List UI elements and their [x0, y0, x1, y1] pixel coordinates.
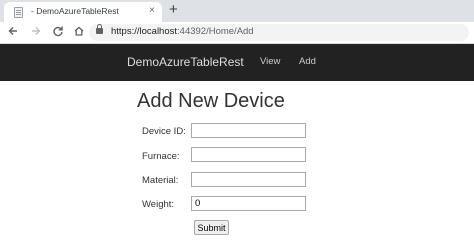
url-host: https://localhost — [111, 26, 178, 37]
weight-label: Weight: — [142, 199, 175, 210]
url-text: https://localhost:44392/Home/Add — [111, 26, 254, 37]
furnace-label: Furnace: — [142, 151, 180, 162]
tab-title: - DemoAzureTableRest — [31, 6, 119, 16]
back-arrow-icon[interactable] — [6, 25, 20, 39]
browser-toolbar: https://localhost:44392/Home/Add — [0, 22, 474, 44]
nav-link-add[interactable]: Add — [299, 56, 316, 67]
favicon-icon — [14, 7, 23, 18]
submit-button[interactable]: Submit — [194, 220, 229, 235]
address-bar[interactable]: https://localhost:44392/Home/Add — [89, 24, 469, 41]
reload-icon[interactable] — [51, 25, 65, 39]
browser-tab-strip: - DemoAzureTableRest × + — [0, 0, 474, 22]
site-brand-link[interactable]: DemoAzureTableRest — [127, 55, 244, 69]
furnace-input[interactable] — [191, 147, 306, 162]
tab-close-icon[interactable]: × — [149, 5, 155, 17]
url-path: :44392/Home/Add — [177, 26, 254, 37]
nav-link-view[interactable]: View — [260, 56, 280, 67]
device-id-input[interactable] — [191, 123, 306, 138]
page-title: Add New Device — [137, 90, 285, 112]
home-icon[interactable] — [72, 25, 86, 39]
site-navbar: DemoAzureTableRest View Add — [0, 44, 474, 81]
new-tab-icon[interactable]: + — [169, 1, 178, 19]
browser-tab[interactable]: - DemoAzureTableRest × — [4, 2, 162, 22]
material-label: Material: — [142, 175, 179, 186]
device-id-label: Device ID: — [142, 126, 186, 137]
forward-arrow-icon[interactable] — [29, 25, 43, 39]
weight-input[interactable] — [191, 196, 306, 211]
lock-icon[interactable] — [96, 24, 103, 34]
material-input[interactable] — [191, 172, 306, 187]
